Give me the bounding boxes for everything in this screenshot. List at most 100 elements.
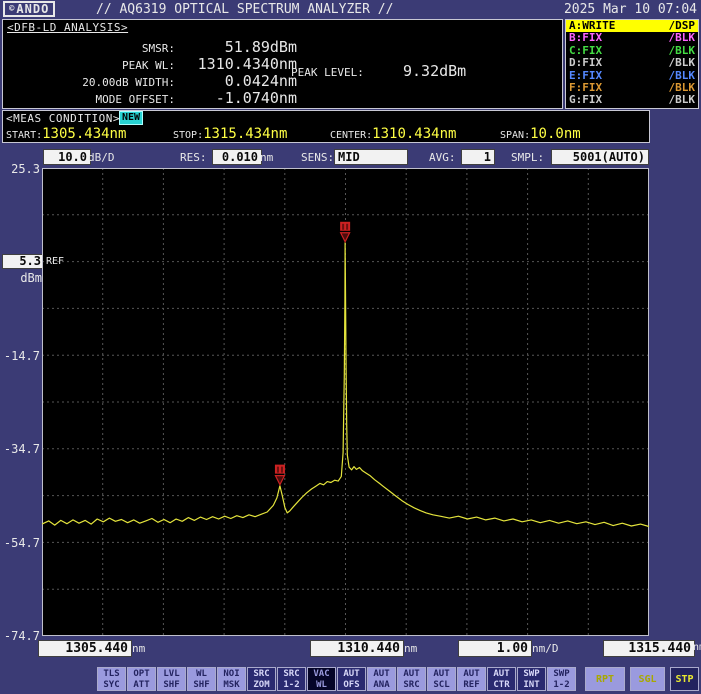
dfb-ld-analysis-panel: <DFB-LD ANALYSIS> SMSR:51.89dBmPEAK WL:1… bbox=[2, 19, 563, 109]
trace-mode: /BLK bbox=[669, 94, 696, 106]
softkey-line2: SRC bbox=[398, 680, 425, 691]
copyright-icon: © bbox=[9, 3, 14, 15]
peak-marker-icon bbox=[340, 222, 350, 242]
softkey-line2: ATT bbox=[128, 680, 155, 691]
trace-name: D:FIX bbox=[569, 57, 602, 69]
ref-level-field[interactable]: 5.3 bbox=[2, 254, 44, 269]
softkey-line2: ZOM bbox=[248, 680, 275, 691]
resolution-field[interactable]: 0.010 bbox=[212, 149, 262, 165]
sens-label: SENS: bbox=[301, 151, 334, 164]
spectrum-plot bbox=[42, 168, 649, 636]
softkey-src-1-2[interactable]: SRC1-2 bbox=[277, 667, 306, 691]
average-field[interactable]: 1 bbox=[461, 149, 495, 165]
softkey-line1: TLS bbox=[98, 669, 125, 680]
softkey-line2: WL bbox=[308, 680, 335, 691]
sensitivity-field[interactable]: MID bbox=[334, 149, 408, 165]
softkey-line1: OPT bbox=[128, 669, 155, 680]
marker-pointer bbox=[275, 476, 284, 485]
meas-field-label: SPAN: bbox=[500, 130, 530, 141]
analysis-row-value: -1.0740nm bbox=[175, 89, 297, 107]
x-stop-field[interactable]: 1315.440 bbox=[603, 640, 695, 657]
softkey-aut-scl[interactable]: AUTSCL bbox=[427, 667, 456, 691]
softkey-sgl[interactable]: SGL bbox=[630, 667, 665, 691]
softkey-vac-wl[interactable]: VACWL bbox=[307, 667, 336, 691]
softkey-line1: SWP bbox=[548, 669, 575, 680]
softkey-line1: AUT bbox=[338, 669, 365, 680]
softkey-aut-ref[interactable]: AUTREF bbox=[457, 667, 486, 691]
softkey-stp[interactable]: STP bbox=[670, 667, 699, 691]
x-center-field[interactable]: 1310.440 bbox=[310, 640, 404, 657]
x-scale-field[interactable]: 1.00 bbox=[458, 640, 532, 657]
meas-field-label: START: bbox=[6, 130, 42, 141]
softkey-aut-ana[interactable]: AUTANA bbox=[367, 667, 396, 691]
softkey-line2: 1-2 bbox=[278, 680, 305, 691]
softkey-aut-ofs[interactable]: AUTOFS bbox=[337, 667, 366, 691]
softkey-line2: SHF bbox=[188, 680, 215, 691]
y-unit: dBm bbox=[2, 271, 42, 285]
analysis-row: SMSR:51.89dBm bbox=[3, 38, 303, 55]
y-label-25: 25.3 bbox=[2, 162, 40, 176]
res-unit: nm bbox=[260, 151, 273, 164]
analysis-row-value: 0.0424nm bbox=[175, 72, 297, 90]
softkey-aut-ctr[interactable]: AUTCTR bbox=[487, 667, 516, 691]
analysis-row-label: PEAK WL: bbox=[3, 59, 175, 72]
softkey-line1: WL bbox=[188, 669, 215, 680]
softkey-line2: SYC bbox=[98, 680, 125, 691]
analysis-row: PEAK WL:1310.4340nm bbox=[3, 55, 303, 72]
softkey-line2: ANA bbox=[368, 680, 395, 691]
trace-row-b[interactable]: B:FIX/BLK bbox=[566, 32, 698, 44]
y-label-m14: -14.7 bbox=[2, 349, 40, 363]
softkey-line2: SCL bbox=[428, 680, 455, 691]
trace-row-g[interactable]: G:FIX/BLK bbox=[566, 94, 698, 106]
marker-flag-mark bbox=[346, 224, 348, 230]
softkey-rpt[interactable]: RPT bbox=[585, 667, 625, 691]
analysis-row-value: 51.89dBm bbox=[175, 38, 297, 56]
meas-field-value: 1315.434nm bbox=[203, 126, 287, 142]
meas-field-value: 1310.434nm bbox=[372, 126, 456, 142]
softkey-line1: SRC bbox=[278, 669, 305, 680]
softkey-line1: AUT bbox=[488, 669, 515, 680]
analysis-row-value: 1310.4340nm bbox=[175, 55, 297, 73]
softkey-aut-src[interactable]: AUTSRC bbox=[397, 667, 426, 691]
sampling-field[interactable]: 5001(AUTO) bbox=[551, 149, 649, 165]
softkey-lvl-shf[interactable]: LVLSHF bbox=[157, 667, 186, 691]
softkey-line2: INT bbox=[518, 680, 545, 691]
analysis-row: MODE OFFSET:-1.0740nm bbox=[3, 89, 303, 106]
y-label-m54: -54.7 bbox=[2, 536, 40, 550]
softkey-tls-syc[interactable]: TLSSYC bbox=[97, 667, 126, 691]
meas-field-start: START: 1305.434nm bbox=[6, 126, 126, 142]
softkey-line1: AUT bbox=[428, 669, 455, 680]
softkey-swp-1-2[interactable]: SWP1-2 bbox=[547, 667, 576, 691]
softkey-line2: SHF bbox=[158, 680, 185, 691]
meas-field-label: STOP: bbox=[173, 130, 203, 141]
level-scale-field[interactable]: 10.0 bbox=[43, 149, 91, 165]
softkey-line1: AUT bbox=[398, 669, 425, 680]
y-label-m34: -34.7 bbox=[2, 442, 40, 456]
y-label-m74: -74.7 bbox=[2, 629, 40, 643]
analysis-rows: SMSR:51.89dBmPEAK WL:1310.4340nm20.00dB … bbox=[3, 38, 303, 106]
softkey-src-zom[interactable]: SRCZOM bbox=[247, 667, 276, 691]
ando-logo: © ANDO bbox=[3, 1, 55, 17]
x-start-unit: nm bbox=[132, 642, 145, 655]
softkey-swp-int[interactable]: SWPINT bbox=[517, 667, 546, 691]
marker-flag bbox=[340, 222, 350, 231]
softkey-opt-att[interactable]: OPTATT bbox=[127, 667, 156, 691]
softkey-noi-msk[interactable]: NOIMSK bbox=[217, 667, 246, 691]
softkey-wl-shf[interactable]: WLSHF bbox=[187, 667, 216, 691]
level-scale-unit: dB/D bbox=[88, 151, 115, 164]
x-start-field[interactable]: 1305.440 bbox=[38, 640, 132, 657]
marker-flag bbox=[275, 465, 285, 474]
meas-condition-panel: <MEAS CONDITION> NEW START: 1305.434nmST… bbox=[2, 110, 650, 143]
meas-field-value: 10.0nm bbox=[530, 126, 581, 142]
smpl-label: SMPL: bbox=[511, 151, 544, 164]
softkey-line1: AUT bbox=[458, 669, 485, 680]
softkey-line1: AUT bbox=[368, 669, 395, 680]
trace-name: G:FIX bbox=[569, 94, 602, 106]
meas-heading: <MEAS CONDITION> bbox=[6, 112, 120, 125]
avg-label: AVG: bbox=[429, 151, 456, 164]
softkey-line1: NOI bbox=[218, 669, 245, 680]
softkey-line2: REF bbox=[458, 680, 485, 691]
analysis-row-label: SMSR: bbox=[3, 42, 175, 55]
spectrum-graph bbox=[42, 168, 649, 636]
trace-row-d[interactable]: D:FIX/BLK bbox=[566, 57, 698, 69]
